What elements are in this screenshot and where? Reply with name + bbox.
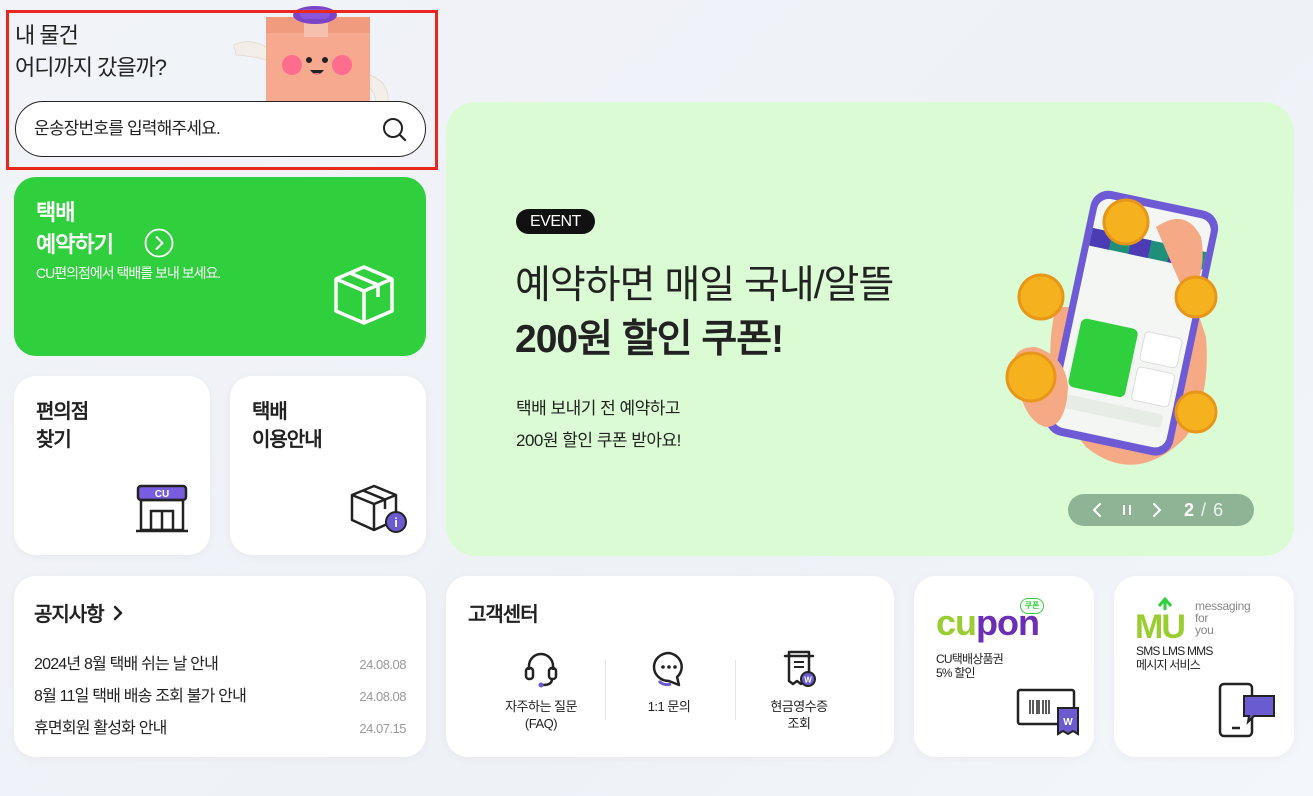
svg-text:W: W: [804, 676, 812, 685]
event-badge: EVENT: [516, 209, 595, 234]
slider-prev-button[interactable]: [1082, 494, 1112, 526]
notice-title: 공지사항: [34, 604, 105, 626]
notice-item-text[interactable]: 8월 11일 택배 배송 조회 불가 안내: [34, 682, 247, 706]
slider-counter: 2 / 6: [1184, 500, 1224, 521]
guide-title-line1: 택배: [252, 401, 288, 423]
reserve-card-title: 택배 예약하기: [36, 197, 114, 261]
faq-link[interactable]: 자주하는 질문 (FAQ): [476, 648, 606, 748]
slider-pause-button[interactable]: [1112, 494, 1142, 526]
chevron-right-circle-icon[interactable]: [144, 228, 174, 258]
guide-title-line2: 이용안내: [252, 429, 323, 451]
faq-label-line1: 자주하는 질문: [505, 699, 577, 714]
notice-card: 공지사항 2024년 8월 택배 쉬는 날 안내 24.08.08 8월 11일…: [14, 576, 426, 757]
cupon-desc-1: CU택배상품권: [936, 652, 1004, 666]
cupon-desc-2: 5% 할인: [936, 666, 976, 680]
chevron-right-icon: [1153, 503, 1162, 517]
banner-headline-1: 예약하면 매일 국내/알뜰: [515, 264, 894, 307]
slider-next-button[interactable]: [1142, 494, 1172, 526]
notice-title-link[interactable]: 공지사항: [34, 598, 124, 627]
store-logo-text: CU: [155, 489, 169, 500]
highlight-box: [6, 10, 438, 170]
banner-description-1: 택배 보내기 전 예약하고: [516, 399, 681, 418]
notice-item[interactable]: 휴면회원 활성화 안내 24.07.15: [34, 714, 406, 738]
faq-label-line2: (FAQ): [524, 716, 558, 731]
cash-receipt-link[interactable]: W 현금영수증 조회: [734, 648, 864, 748]
banner-slider-controls: 2 / 6: [1068, 494, 1254, 526]
notice-item-date: 24.08.08: [359, 689, 406, 704]
one-to-one-inquiry-link[interactable]: 1:1 문의: [604, 648, 734, 748]
store-finder-card[interactable]: 편의점 찾기 CU: [14, 376, 210, 555]
cupon-logo-cu: cu: [936, 602, 977, 643]
headset-icon: [524, 652, 558, 688]
customer-center-card: 고객센터 자주하는 질문 (FAQ) 1:1 문의 W 현금영수증 조회: [446, 576, 894, 757]
mu-desc-2: 메시지 서비스: [1136, 658, 1201, 672]
slider-separator: /: [1201, 499, 1208, 520]
inquiry-label-line1: 1:1 문의: [647, 699, 691, 714]
mu-logo-text: MU: [1135, 608, 1186, 646]
parcel-guide-card[interactable]: 택배 이용안내 i: [230, 376, 426, 555]
chat-bubble-icon: [652, 651, 683, 687]
chevron-right-icon: [113, 605, 122, 620]
svg-text:i: i: [394, 515, 398, 530]
mu-logo: MU: [1135, 596, 1195, 644]
mu-messaging-card[interactable]: MU messaging for you SMS LMS MMS 메시지 서비스: [1114, 576, 1294, 757]
notice-item[interactable]: 8월 11일 택배 배송 조회 불가 안내 24.08.08: [34, 682, 406, 706]
voucher-mark: W: [1063, 717, 1073, 728]
pause-icon: [1123, 505, 1131, 515]
parcel-guide-title: 택배 이용안내: [252, 398, 323, 454]
parcel-reserve-card[interactable]: 택배 예약하기 CU편의점에서 택배를 보내 보세요.: [14, 177, 426, 356]
notice-item-date: 24.07.15: [359, 721, 406, 736]
box-info-icon: i: [350, 484, 407, 533]
notice-item-text[interactable]: 휴면회원 활성화 안내: [34, 714, 167, 738]
faq-label: 자주하는 질문 (FAQ): [476, 698, 606, 732]
cupon-logo: cupon: [936, 600, 1040, 646]
mu-desc-1: SMS LMS MMS: [1136, 644, 1213, 658]
parcel-box-icon: [334, 265, 394, 325]
store-title-line1: 편의점: [36, 401, 89, 423]
phone-coupon-illustration: [1005, 190, 1219, 465]
customer-center-title: 고객센터: [468, 604, 539, 626]
store-finder-title: 편의점 찾기: [36, 398, 89, 454]
cupon-logo-pon: pon: [976, 602, 1040, 643]
notice-item-date: 24.08.08: [359, 657, 406, 672]
cupon-card[interactable]: 쿠폰 cupon CU택배상품권 5% 할인 W: [914, 576, 1094, 757]
banner-description-2: 200원 할인 쿠폰 받아요!: [516, 431, 681, 450]
notice-item[interactable]: 2024년 8월 택배 쉬는 날 안내 24.08.08: [34, 650, 406, 674]
store-title-line2: 찾기: [36, 429, 72, 451]
cash-receipt-label: 현금영수증 조회: [734, 698, 864, 732]
cash-receipt-label-line2: 조회: [787, 716, 811, 731]
receipt-icon: W: [783, 650, 816, 687]
convenience-store-icon: CU: [136, 484, 188, 533]
slider-total: 6: [1213, 499, 1225, 520]
reserve-card-subtitle: CU편의점에서 택배를 보내 보세요.: [36, 265, 221, 281]
inquiry-label: 1:1 문의: [604, 698, 734, 715]
reserve-title-line2: 예약하기: [36, 232, 114, 257]
reserve-title-line1: 택배: [36, 200, 75, 225]
mu-tagline-3: you: [1195, 623, 1214, 637]
notice-item-text[interactable]: 2024년 8월 택배 쉬는 날 안내: [34, 650, 219, 674]
mobile-message-icon: [1218, 682, 1275, 738]
chevron-left-icon: [1092, 503, 1101, 517]
slider-current: 2: [1184, 499, 1196, 520]
cash-receipt-label-line1: 현금영수증: [770, 699, 828, 714]
banner-headline-2: 200원 할인 쿠폰!: [515, 318, 784, 361]
mu-tagline: messaging for you: [1195, 600, 1251, 637]
event-banner[interactable]: EVENT 예약하면 매일 국내/알뜰 200원 할인 쿠폰! 택배 보내기 전…: [446, 102, 1294, 556]
gift-voucher-icon: W: [1016, 688, 1079, 736]
